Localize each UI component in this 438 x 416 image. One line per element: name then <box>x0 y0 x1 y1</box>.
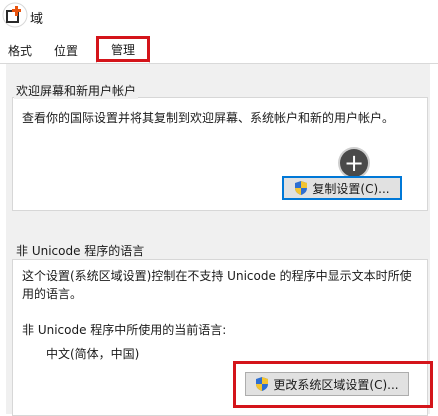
tab-highlight-box <box>96 36 150 62</box>
tab-location[interactable]: 位置 <box>50 40 82 62</box>
app-logo-icon <box>2 2 28 28</box>
copy-settings-label: 复制设置(C)... <box>312 181 390 196</box>
welcome-group-title: 欢迎屏幕和新用户帐户 <box>14 82 139 99</box>
non-unicode-description: 这个设置(系统区域设置)控制在不支持 Unicode 的程序中显示文本时所使用的… <box>22 269 412 301</box>
window-title: 域 <box>30 12 44 27</box>
tab-format[interactable]: 格式 <box>4 40 36 62</box>
current-language-label: 非 Unicode 程序中所使用的当前语言: <box>22 323 227 337</box>
welcome-group-description: 查看你的国际设置并将其复制到欢迎屏幕、系统帐户和新的用户帐户。 <box>22 111 395 125</box>
title-bar: 域 <box>0 0 438 34</box>
non-unicode-group-title: 非 Unicode 程序的语言 <box>14 242 147 259</box>
current-language-value: 中文(简体，中国) <box>46 347 140 361</box>
change-locale-highlight-box <box>233 361 433 408</box>
tab-strip: 格式 位置 管理 <box>0 34 438 64</box>
copy-settings-button[interactable]: 复制设置(C)... <box>282 176 402 200</box>
plus-icon: + <box>340 149 368 177</box>
shield-icon <box>295 181 308 195</box>
